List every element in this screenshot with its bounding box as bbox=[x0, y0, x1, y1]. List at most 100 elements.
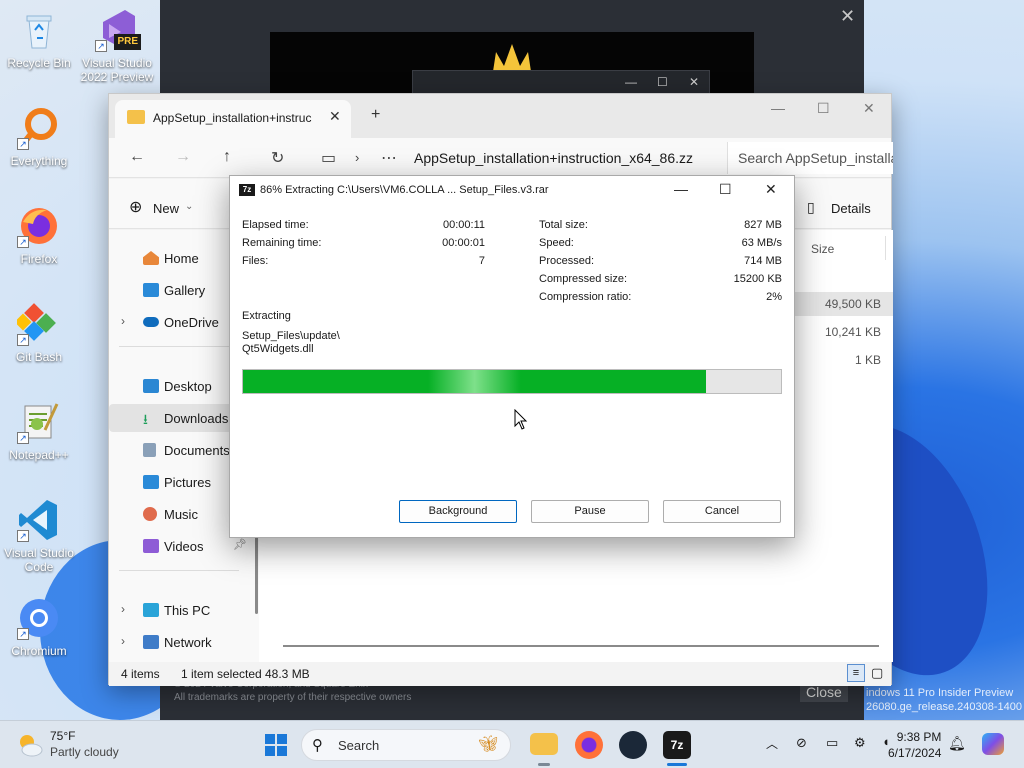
table-row[interactable]: 10,241 KB bbox=[789, 320, 893, 344]
background-button[interactable]: Background bbox=[399, 500, 517, 523]
desktop-icon-everything[interactable]: ↗ Everything bbox=[2, 106, 76, 168]
desktop-icon-vscode[interactable]: ↗ Visual Studio Code bbox=[2, 498, 76, 574]
start-button[interactable] bbox=[264, 733, 288, 757]
nav-divider bbox=[119, 570, 239, 571]
close-icon[interactable]: ✕ bbox=[863, 100, 875, 117]
pictures-icon bbox=[143, 475, 159, 489]
remaining-time-value: 00:00:01 bbox=[442, 237, 485, 249]
notifications-bell-icon[interactable]: 🔔︎ bbox=[948, 735, 966, 752]
launcher-subclose-icon[interactable]: ✕ bbox=[689, 75, 699, 89]
selection-size: 48.3 MB bbox=[265, 667, 310, 681]
current-file-path: Setup_Files\update\ bbox=[242, 330, 340, 342]
weather-temperature: 75°F bbox=[50, 729, 76, 743]
back-icon[interactable]: ← bbox=[129, 148, 145, 166]
taskbar-steam[interactable] bbox=[619, 731, 647, 759]
close-tab-icon[interactable]: ✕ bbox=[329, 108, 341, 125]
refresh-icon[interactable]: ↻ bbox=[271, 148, 284, 168]
butterfly-highlight-icon: 🦋︎ bbox=[478, 736, 499, 753]
sidebar-item-gallery[interactable]: Gallery bbox=[109, 276, 249, 304]
desktop-icon-label: Firefox bbox=[20, 252, 58, 266]
up-icon[interactable]: ↑ bbox=[223, 148, 231, 166]
item-count: 4 items bbox=[121, 667, 160, 681]
search-input[interactable]: Search AppSetup_installa bbox=[727, 142, 893, 174]
details-view-icon[interactable]: ≡ bbox=[847, 664, 865, 682]
visual-studio-icon: PRE ↗ bbox=[95, 8, 141, 52]
close-icon[interactable]: ✕ bbox=[765, 181, 777, 198]
compressed-size-value: 15200 KB bbox=[733, 273, 782, 285]
copilot-icon[interactable] bbox=[982, 733, 1004, 755]
git-bash-icon: ↗ bbox=[14, 302, 61, 346]
shortcut-arrow-icon: ↗ bbox=[17, 236, 29, 248]
display-icon[interactable]: ▭ bbox=[826, 735, 838, 751]
recycle-bin-icon bbox=[17, 8, 61, 52]
sidebar-item-pictures[interactable]: Pictures bbox=[109, 468, 249, 496]
maximize-icon[interactable]: ☐ bbox=[719, 181, 732, 198]
more-path-icon[interactable]: ⋯ bbox=[381, 148, 397, 168]
network-disconnected-icon[interactable]: ⊘ bbox=[796, 735, 807, 751]
forward-icon[interactable]: → bbox=[175, 148, 191, 166]
details-button[interactable]: Details bbox=[831, 201, 871, 216]
breadcrumb[interactable]: AppSetup_installation+instruction_x64_86… bbox=[414, 150, 693, 166]
search-icon: ⚲ bbox=[312, 737, 323, 754]
documents-icon bbox=[143, 443, 156, 457]
sidebar-item-label: Documents bbox=[164, 443, 230, 458]
sidebar-item-this-pc[interactable]: › This PC bbox=[109, 596, 249, 624]
tiles-view-icon[interactable]: ▢ bbox=[871, 665, 883, 681]
expand-chevron-icon[interactable]: › bbox=[121, 314, 125, 328]
notepad-plus-plus-icon: ↗ bbox=[17, 400, 61, 444]
launcher-close-icon[interactable]: ✕ bbox=[840, 6, 855, 27]
cancel-button[interactable]: Cancel bbox=[663, 500, 781, 523]
sidebar-item-home[interactable]: Home bbox=[109, 244, 249, 272]
taskbar-file-explorer[interactable] bbox=[530, 733, 558, 755]
expand-chevron-icon[interactable]: › bbox=[121, 602, 125, 616]
sidebar-item-label: Gallery bbox=[164, 283, 206, 298]
sidebar-item-desktop[interactable]: Desktop bbox=[109, 372, 249, 400]
dialog-titlebar: 7z 86% Extracting C:\Users\VM6.COLLA ...… bbox=[230, 176, 794, 204]
launcher-maximize-icon[interactable]: ☐ bbox=[657, 75, 668, 89]
sidebar-item-network[interactable]: › Network bbox=[109, 628, 249, 656]
sidebar-item-videos[interactable]: Videos 📌︎ bbox=[109, 532, 249, 560]
monitor-icon[interactable]: ▭ bbox=[321, 148, 336, 168]
minimize-icon[interactable]: — bbox=[771, 100, 785, 116]
desktop-icon-chromium[interactable]: ↗ Chromium bbox=[2, 596, 76, 658]
column-header-size[interactable]: Size bbox=[811, 242, 834, 256]
desktop-icon-recycle-bin[interactable]: Recycle Bin bbox=[2, 8, 76, 70]
expand-chevron-icon[interactable]: › bbox=[121, 634, 125, 648]
clock-date: 6/17/2024 bbox=[888, 746, 942, 760]
show-hidden-icons-chevron-icon[interactable]: ︿ bbox=[766, 735, 778, 752]
new-tab-icon[interactable]: + bbox=[371, 106, 380, 124]
remaining-time-label: Remaining time: bbox=[242, 237, 322, 249]
desktop-icon-git-bash[interactable]: ↗ Git Bash bbox=[2, 302, 76, 364]
taskbar-firefox[interactable] bbox=[575, 731, 603, 759]
sidebar-item-music[interactable]: Music bbox=[109, 500, 249, 528]
shortcut-arrow-icon: ↗ bbox=[17, 334, 29, 346]
breadcrumb-chevron-icon: › bbox=[355, 150, 360, 165]
sidebar-item-label: This PC bbox=[164, 603, 211, 618]
table-row[interactable]: 1 KB bbox=[789, 348, 893, 372]
launcher-minimize-icon[interactable]: — bbox=[625, 75, 637, 89]
sidebar-item-label: OneDrive bbox=[164, 315, 219, 330]
settings-gear-icon[interactable]: ⚙ bbox=[854, 735, 866, 751]
taskbar-7zip[interactable]: 7z bbox=[663, 731, 691, 759]
taskbar-search-box[interactable]: ⚲ Search 🦋︎ bbox=[301, 729, 511, 761]
sidebar-item-onedrive[interactable]: › OneDrive bbox=[109, 308, 249, 336]
watermark-edition: indows 11 Pro Insider Preview bbox=[866, 687, 1014, 699]
sidebar-scrollbar[interactable] bbox=[255, 534, 258, 614]
desktop-icon-visual-studio-2022[interactable]: PRE ↗ Visual Studio 2022 Preview bbox=[80, 8, 154, 84]
computer-icon bbox=[143, 603, 159, 617]
horizontal-scrollbar[interactable] bbox=[283, 645, 879, 647]
music-icon bbox=[143, 507, 157, 521]
desktop-icon-label: Recycle Bin bbox=[7, 56, 71, 70]
taskbar-clock[interactable]: 9:38 PM 6/17/2024 bbox=[888, 729, 941, 761]
desktop-icon-firefox[interactable]: ↗ Firefox bbox=[2, 204, 76, 266]
maximize-icon[interactable]: ☐ bbox=[817, 100, 830, 117]
sidebar-item-downloads[interactable]: ⭳ Downloads bbox=[109, 404, 249, 432]
pause-button[interactable]: Pause bbox=[531, 500, 649, 523]
sidebar-item-label: Downloads bbox=[164, 411, 229, 426]
desktop-icon-notepad-plus-plus[interactable]: ↗ Notepad++ bbox=[2, 400, 76, 462]
table-row[interactable]: 49,500 KB bbox=[789, 292, 893, 316]
sidebar-item-documents[interactable]: Documents bbox=[109, 436, 249, 464]
minimize-icon[interactable]: — bbox=[674, 181, 688, 197]
explorer-tab[interactable]: AppSetup_installation+instruc ✕ bbox=[115, 100, 351, 138]
new-button[interactable]: New bbox=[153, 201, 179, 216]
